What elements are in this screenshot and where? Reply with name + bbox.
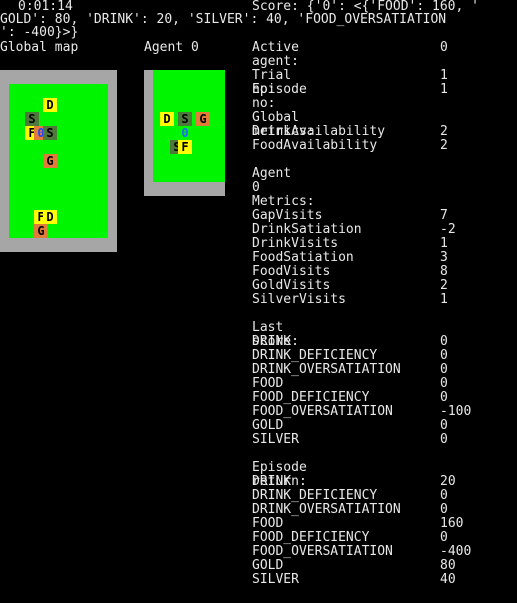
episode-return-value: 0	[440, 502, 448, 517]
episode-return-value: -400	[440, 544, 472, 559]
metric-label: GapVisits	[252, 208, 323, 223]
episode-return-label: DRINK_OVERSATIATION	[252, 502, 401, 517]
metric-value: 1	[440, 292, 448, 307]
global-map-gold-tile: G	[43, 154, 57, 168]
last-score-label: SILVER	[252, 432, 299, 447]
episode-return-value: 0	[440, 530, 448, 545]
metric-value: 8	[440, 264, 448, 279]
global-map-title: Global map	[0, 40, 79, 55]
last-score-value: 0	[440, 362, 448, 377]
agent-view-silver-tile: S	[178, 112, 192, 126]
last-score-value: -100	[440, 404, 472, 419]
metric-value: -2	[440, 222, 456, 237]
metric-label: FoodVisits	[252, 264, 331, 279]
metric-label: GoldVisits	[252, 278, 331, 293]
global-map-floor	[9, 84, 108, 238]
last-score-value: 0	[440, 334, 448, 349]
last-score-label: DRINK	[252, 334, 292, 349]
agent-view-drink-tile: D	[160, 112, 174, 126]
agent-view-food-tile: F	[178, 140, 192, 154]
global-map-drink-tile: D	[43, 210, 57, 224]
global-metric-label: FoodAvailability	[252, 138, 378, 153]
metric-value: 2	[440, 278, 448, 293]
episode-return-value: 160	[440, 516, 464, 531]
agent-view-gold-tile: G	[196, 112, 210, 126]
episode-return-label: SILVER	[252, 572, 299, 587]
agent-map-title: Agent 0	[144, 40, 199, 55]
agent-view-agent-tile: 0	[181, 126, 189, 140]
episode-value: 1	[440, 82, 448, 97]
global-metric-value: 2	[440, 138, 448, 153]
episode-return-label: GOLD	[252, 558, 284, 573]
episode-return-label: DRINK_DEFICIENCY	[252, 488, 378, 503]
global-map-silver-tile: S	[43, 126, 57, 140]
last-score-value: 0	[440, 348, 448, 363]
metric-label: DrinkVisits	[252, 236, 339, 251]
episode-label: Episode no:	[252, 82, 307, 111]
active-agent-value: 0	[440, 40, 448, 55]
episode-return-label: FOOD_OVERSATIATION	[252, 544, 393, 559]
last-score-value: 0	[440, 418, 448, 433]
last-score-label: FOOD_OVERSATIATION	[252, 404, 393, 419]
metric-value: 3	[440, 250, 448, 265]
episode-return-label: FOOD_DEFICIENCY	[252, 530, 370, 545]
episode-return-value: 80	[440, 558, 456, 573]
metric-label: FoodSatiation	[252, 250, 354, 265]
global-metric-value: 2	[440, 124, 448, 139]
global-metric-label: DrinkAvailability	[252, 124, 386, 139]
episode-return-value: 20	[440, 474, 456, 489]
last-score-label: DRINK_OVERSATIATION	[252, 362, 401, 377]
global-map-silver-tile: S	[25, 112, 39, 126]
active-agent-label: Active agent:	[252, 40, 299, 69]
metric-value: 7	[440, 208, 448, 223]
episode-return-value: 0	[440, 488, 448, 503]
episode-return-label: DRINK	[252, 474, 292, 489]
last-score-value: 0	[440, 432, 448, 447]
last-score-label: FOOD_DEFICIENCY	[252, 390, 370, 405]
last-score-label: GOLD	[252, 418, 284, 433]
global-map-drink-tile: D	[43, 98, 57, 112]
metric-label: SilverVisits	[252, 292, 346, 307]
last-score-label: DRINK_DEFICIENCY	[252, 348, 378, 363]
episode-return-value: 40	[440, 572, 456, 587]
score-line-3: ': -400}>}	[0, 25, 79, 40]
metric-label: DrinkSatiation	[252, 222, 362, 237]
global-map-gold-tile: G	[34, 224, 48, 238]
episode-return-label: FOOD	[252, 516, 284, 531]
last-score-value: 0	[440, 390, 448, 405]
last-score-label: FOOD	[252, 376, 284, 391]
metric-value: 1	[440, 236, 448, 251]
trial-value: 1	[440, 68, 448, 83]
last-score-value: 0	[440, 376, 448, 391]
